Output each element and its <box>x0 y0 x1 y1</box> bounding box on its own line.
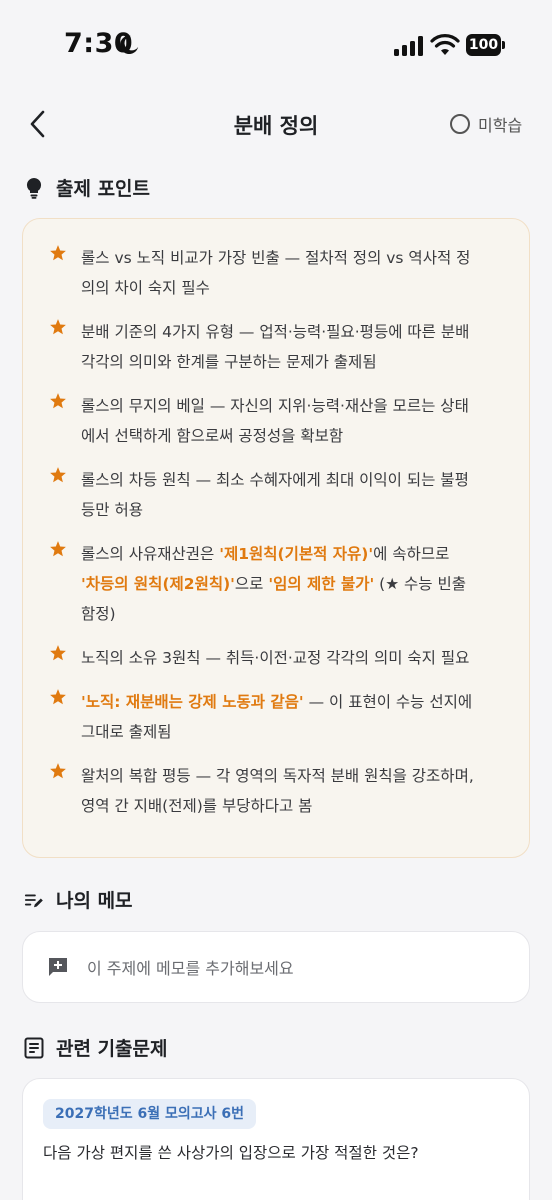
point-segment: 으로 <box>234 575 269 593</box>
highlight-text: '차등의 원칙(제2원칙)' <box>81 575 235 593</box>
highlight-text: '임의 제한 불가' <box>268 575 375 593</box>
star-icon <box>50 393 66 409</box>
star-icon <box>50 541 66 557</box>
point-segment: 의의 차이 숙지 필수 <box>81 279 210 297</box>
memo-heading-label: 나의 메모 <box>56 890 133 912</box>
point-item: 롤스의 무지의 베일 — 자신의 지위·능력·재산을 모르는 상태에서 선택하게… <box>49 391 509 451</box>
point-text: 롤스의 차등 원칙 — 최소 수혜자에게 최대 이익이 되는 불평등만 허용 <box>81 465 511 525</box>
point-segment: 그대로 출제됨 <box>81 723 172 741</box>
point-line: 왈처의 복합 평등 — 각 영역의 독자적 분배 원칙을 강조하며, <box>81 761 511 791</box>
star-icon <box>50 467 66 483</box>
point-line: 롤스의 무지의 베일 — 자신의 지위·능력·재산을 모르는 상태 <box>81 391 511 421</box>
points-heading-label: 출제 포인트 <box>56 178 151 200</box>
point-text: 분배 기준의 4가지 유형 — 업적·능력·필요·평등에 따른 분배각각의 의미… <box>81 317 511 377</box>
questions-section-heading: 관련 기출문제 <box>24 1034 168 1061</box>
point-segment: 분배 기준의 4가지 유형 — 업적·능력·필요·평등에 따른 분배 <box>81 323 470 341</box>
point-item: 롤스의 사유재산권은 '제1원칙(기본적 자유)'에 속하므로 '차등의 원칙(제… <box>49 539 509 629</box>
point-line: 노직의 소유 3원칙 — 취득·이전·교정 각각의 의미 숙지 필요 <box>81 643 511 673</box>
questions-heading-label: 관련 기출문제 <box>56 1038 168 1060</box>
point-segment: 각각의 의미와 한계를 구분하는 문제가 출제됨 <box>81 353 377 371</box>
moon-icon <box>120 35 139 55</box>
star-icon <box>50 763 66 779</box>
star-icon <box>50 645 66 661</box>
memo-section-heading: 나의 메모 <box>24 886 133 913</box>
point-item: 왈처의 복합 평등 — 각 영역의 독자적 분배 원칙을 강조하며, 영역 간 지… <box>49 761 509 821</box>
battery-level: 100 <box>466 34 501 56</box>
point-line: 에서 선택하게 함으로써 공정성을 확보함 <box>81 421 511 451</box>
star-icon <box>50 245 66 261</box>
point-text: 롤스의 사유재산권은 '제1원칙(기본적 자유)'에 속하므로 '차등의 원칙(제… <box>81 539 511 629</box>
point-segment: 함정) <box>81 605 116 623</box>
point-line: 롤스 vs 노직 비교가 가장 빈출 — 절차적 정의 vs 역사적 정 <box>81 243 511 273</box>
question-text: 다음 가상 편지를 쓴 사상가의 입장으로 가장 적절한 것은? <box>43 1144 419 1162</box>
point-segment: 롤스의 사유재산권은 <box>81 545 220 563</box>
point-segment: 에서 선택하게 함으로써 공정성을 확보함 <box>81 427 344 445</box>
status-bar: 7:30 100 <box>0 0 552 90</box>
add-memo-button[interactable]: 이 주제에 메모를 추가해보세요 <box>22 931 530 1003</box>
point-segment: 등만 허용 <box>81 501 143 519</box>
highlight-text: '제1원칙(기본적 자유)' <box>219 545 374 563</box>
point-segment: 롤스 vs 노직 비교가 가장 빈출 — 절차적 정의 vs 역사적 정 <box>81 249 471 267</box>
point-text: '노직: 재분배는 강제 노동과 같음' — 이 표현이 수능 선지에그대로 출… <box>81 687 511 747</box>
point-text: 롤스의 무지의 베일 — 자신의 지위·능력·재산을 모르는 상태에서 선택하게… <box>81 391 511 451</box>
point-text: 롤스 vs 노직 비교가 가장 빈출 — 절차적 정의 vs 역사적 정의의 차… <box>81 243 511 303</box>
memo-placeholder: 이 주제에 메모를 추가해보세요 <box>87 959 294 978</box>
exam-source-badge: 2027학년도 6월 모의고사 6번 <box>43 1099 256 1129</box>
lightbulb-icon <box>26 177 42 199</box>
point-line: 롤스의 사유재산권은 '제1원칙(기본적 자유)'에 속하므로 <box>81 539 511 569</box>
point-segment: 영역 간 지배(전제)를 부당하다고 봄 <box>81 797 313 815</box>
point-line: 롤스의 차등 원칙 — 최소 수혜자에게 최대 이익이 되는 불평 <box>81 465 511 495</box>
point-text: 왈처의 복합 평등 — 각 영역의 독자적 분배 원칙을 강조하며, 영역 간 지… <box>81 761 511 821</box>
point-segment: 노직의 소유 3원칙 — 취득·이전·교정 각각의 의미 숙지 필요 <box>81 649 470 667</box>
document-list-icon <box>24 1037 44 1058</box>
star-icon <box>50 319 66 335</box>
study-status-toggle[interactable]: 미학습 <box>450 112 522 136</box>
point-text: 노직의 소유 3원칙 — 취득·이전·교정 각각의 의미 숙지 필요 <box>81 643 511 673</box>
add-comment-icon <box>49 958 67 976</box>
unchecked-circle-icon[interactable] <box>450 114 470 134</box>
battery-icon: 100 <box>466 34 506 56</box>
question-card[interactable]: 2027학년도 6월 모의고사 6번 다음 가상 편지를 쓴 사상가의 입장으로… <box>22 1078 530 1200</box>
point-line: 영역 간 지배(전제)를 부당하다고 봄 <box>81 791 511 821</box>
point-line: 분배 기준의 4가지 유형 — 업적·능력·필요·평등에 따른 분배 <box>81 317 511 347</box>
point-segment: 왈처의 복합 평등 — 각 영역의 독자적 분배 원칙을 강조하며, <box>81 767 474 785</box>
point-item: 롤스 vs 노직 비교가 가장 빈출 — 절차적 정의 vs 역사적 정의의 차… <box>49 243 509 303</box>
highlight-text: '노직: 재분배는 강제 노동과 같음' <box>81 693 304 711</box>
point-segment: — 이 표현이 수능 선지에 <box>303 693 473 711</box>
point-line: 의의 차이 숙지 필수 <box>81 273 511 303</box>
point-segment: 롤스의 차등 원칙 — 최소 수혜자에게 최대 이익이 되는 불평 <box>81 471 469 489</box>
study-status-label: 미학습 <box>478 116 523 135</box>
point-line: 등만 허용 <box>81 495 511 525</box>
signal-icon <box>394 36 423 56</box>
points-card: 롤스 vs 노직 비교가 가장 빈출 — 절차적 정의 vs 역사적 정의의 차… <box>22 218 530 858</box>
points-section-heading: 출제 포인트 <box>24 174 150 201</box>
point-segment: 롤스의 무지의 베일 — 자신의 지위·능력·재산을 모르는 상태 <box>81 397 469 415</box>
point-segment: 에 속하므로 <box>373 545 450 563</box>
point-item: 분배 기준의 4가지 유형 — 업적·능력·필요·평등에 따른 분배각각의 의미… <box>49 317 509 377</box>
wifi-icon <box>430 34 460 55</box>
point-line: '노직: 재분배는 강제 노동과 같음' — 이 표현이 수능 선지에 <box>81 687 511 717</box>
point-line: 그대로 출제됨 <box>81 717 511 747</box>
point-item: 롤스의 차등 원칙 — 최소 수혜자에게 최대 이익이 되는 불평등만 허용 <box>49 465 509 525</box>
point-segment: (★ 수능 빈출 <box>374 575 466 593</box>
edit-note-icon <box>24 894 43 907</box>
point-line: '차등의 원칙(제2원칙)'으로 '임의 제한 불가' (★ 수능 빈출 <box>81 569 511 599</box>
point-line: 각각의 의미와 한계를 구분하는 문제가 출제됨 <box>81 347 511 377</box>
point-line: 함정) <box>81 599 511 629</box>
point-item: 노직의 소유 3원칙 — 취득·이전·교정 각각의 의미 숙지 필요 <box>49 643 509 673</box>
star-icon <box>50 689 66 705</box>
point-item: '노직: 재분배는 강제 노동과 같음' — 이 표현이 수능 선지에그대로 출… <box>49 687 509 747</box>
